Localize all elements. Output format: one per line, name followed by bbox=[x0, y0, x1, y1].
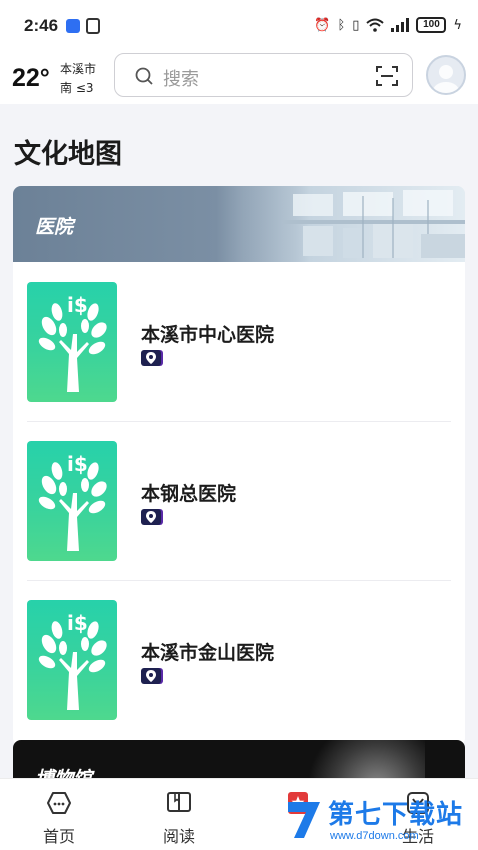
signal-icon bbox=[391, 18, 410, 32]
status-time: 2:46 bbox=[24, 16, 59, 35]
battery-level: 100 bbox=[423, 19, 440, 30]
home-chat-icon bbox=[47, 792, 71, 814]
book-icon bbox=[167, 792, 191, 812]
svg-text:i$: i$ bbox=[67, 611, 88, 635]
watermark-url: www.d7down.com bbox=[330, 830, 419, 842]
status-icons: ⏰ ᛒ ▯ 100 ϟ bbox=[314, 17, 462, 33]
search-icon bbox=[135, 67, 153, 85]
app-header: 22° 本溪市 南 ≤3 搜索 bbox=[0, 52, 478, 104]
item-name: 本溪市中心医院 bbox=[141, 324, 275, 346]
tree-thumbnail: i$ bbox=[27, 441, 117, 561]
money-tree-icon: i$ bbox=[38, 611, 107, 710]
location-pin-icon[interactable] bbox=[141, 668, 161, 684]
nav-item-read[interactable]: 阅读 bbox=[139, 785, 219, 846]
watermark: 第七下载站 www.d7down.com bbox=[280, 790, 478, 850]
svg-text:i$: i$ bbox=[67, 293, 88, 317]
hospital-banner-image bbox=[243, 186, 465, 262]
avatar[interactable] bbox=[426, 55, 466, 95]
item-name: 本溪市金山医院 bbox=[141, 642, 275, 664]
nav-label-read: 阅读 bbox=[162, 827, 195, 846]
tree-thumbnail: i$ bbox=[27, 600, 117, 720]
scan-icon[interactable] bbox=[376, 66, 398, 86]
list-item[interactable]: i$ 本溪市中心医院 bbox=[27, 282, 451, 402]
notification-app-icon bbox=[66, 19, 80, 33]
category-banner[interactable]: 医院 bbox=[13, 186, 465, 262]
weather-temperature: 22° bbox=[12, 64, 50, 92]
bluetooth-icon: ᛒ bbox=[337, 17, 346, 33]
watermark-logo-icon bbox=[288, 802, 320, 838]
list-item[interactable]: i$ 本钢总医院 bbox=[27, 441, 451, 561]
battery-indicator: 100 bbox=[416, 17, 447, 33]
divider bbox=[27, 421, 451, 422]
nav-label-home: 首页 bbox=[42, 827, 75, 846]
category-title: 医院 bbox=[35, 216, 74, 238]
weather-wind: 南 ≤3 bbox=[60, 81, 94, 95]
money-tree-icon: i$ bbox=[38, 452, 107, 551]
watermark-title: 第七下载站 bbox=[328, 800, 464, 830]
avatar-icon bbox=[433, 65, 459, 93]
svg-text:i$: i$ bbox=[67, 452, 88, 476]
location-pin-icon[interactable] bbox=[141, 509, 161, 525]
item-name: 本钢总医院 bbox=[141, 483, 237, 505]
vibrate-icon: ▯ bbox=[352, 17, 360, 33]
list-item[interactable]: i$ 本溪市金山医院 bbox=[27, 600, 451, 720]
status-bar: 2:46 ⏰ ᛒ ▯ 100 ϟ bbox=[0, 0, 478, 52]
charging-icon: ϟ bbox=[453, 17, 462, 33]
money-tree-icon: i$ bbox=[38, 293, 107, 392]
location-pin-icon[interactable] bbox=[141, 350, 161, 366]
search-bar[interactable]: 搜索 bbox=[114, 53, 413, 97]
weather-city: 本溪市 bbox=[60, 62, 97, 76]
page-title: 文化地图 bbox=[14, 139, 122, 170]
wifi-icon bbox=[366, 18, 385, 32]
alarm-icon: ⏰ bbox=[314, 17, 331, 33]
tree-thumbnail: i$ bbox=[27, 282, 117, 402]
divider bbox=[27, 580, 451, 581]
category-card-hospital: 医院 i$ 本溪市中心医院 i$ 本钢总医院 i$ 本溪市金山医院 bbox=[13, 186, 465, 746]
nav-item-home[interactable]: 首页 bbox=[19, 785, 99, 846]
search-placeholder: 搜索 bbox=[163, 69, 199, 90]
nfc-icon bbox=[86, 18, 100, 34]
